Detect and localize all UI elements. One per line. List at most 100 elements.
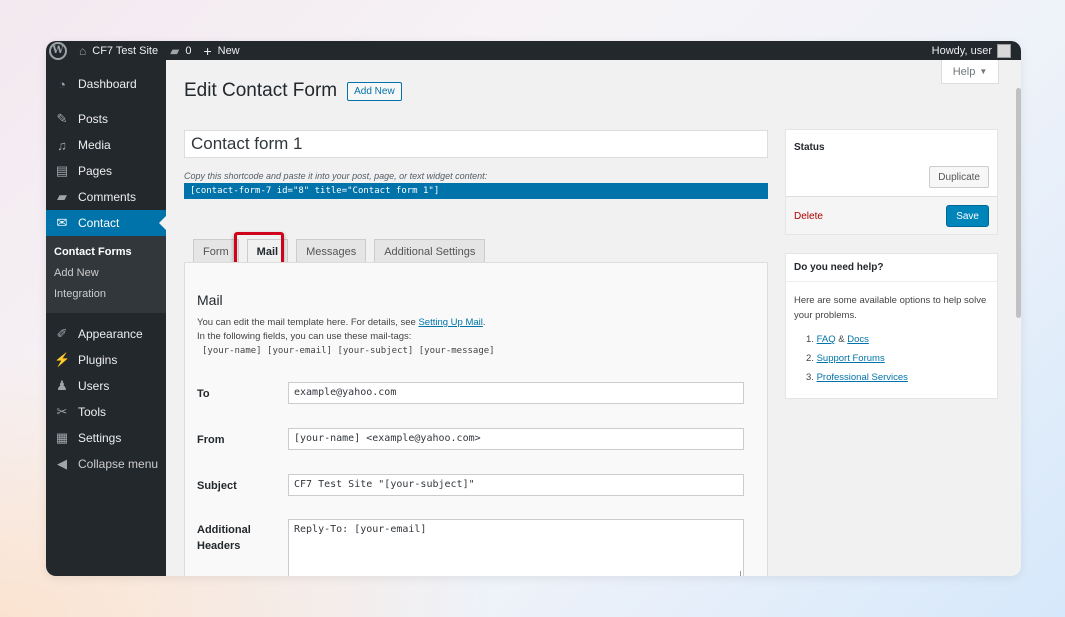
submenu-add-new[interactable]: Add New <box>46 263 166 284</box>
status-actions: Delete Save <box>786 196 997 234</box>
sidebar-item-dashboard[interactable]: ◔ Dashboard <box>46 71 166 97</box>
additional-headers-textarea[interactable]: Reply-To: [your-email] <box>288 519 744 576</box>
submenu-contact-forms[interactable]: Contact Forms <box>46 242 166 263</box>
save-button[interactable]: Save <box>946 205 989 227</box>
avatar <box>997 43 1011 58</box>
sidebar-item-users[interactable]: ♟ Users <box>46 373 166 399</box>
list-item: 1. FAQ & Docs <box>806 330 908 349</box>
sidebar-item-comments[interactable]: ▰ Comments <box>46 184 166 210</box>
help-button[interactable]: Help ▼ <box>941 60 999 84</box>
users-icon: ♟ <box>56 378 68 393</box>
list-item: 3. Professional Services <box>806 368 908 387</box>
comments-count: 0 <box>185 44 192 57</box>
sidebar-item-label: Posts <box>78 112 109 126</box>
to-field[interactable]: example@yahoo.com <box>288 382 744 404</box>
mail-tags-list: [your-name] [your-email] [your-subject] … <box>202 346 495 356</box>
site-name: CF7 Test Site <box>92 44 159 57</box>
additional-headers-label-line1: Additional <box>197 524 251 536</box>
from-field[interactable]: [your-name] <example@yahoo.com> <box>288 428 744 450</box>
sidebar-item-tools[interactable]: ✂ Tools <box>46 399 166 425</box>
tab-form[interactable]: Form <box>193 239 239 263</box>
sidebar-item-pages[interactable]: ▤ Pages <box>46 158 166 184</box>
new-content-link[interactable]: + New <box>203 43 239 59</box>
list-number: 1. <box>806 334 814 345</box>
brush-icon: ✐ <box>56 326 68 341</box>
account-menu[interactable]: Howdy, user <box>932 43 1011 58</box>
mail-heading: Mail <box>197 292 223 308</box>
sidebar-item-label: Users <box>78 379 110 393</box>
sidebar-item-label: Pages <box>78 164 113 178</box>
collapse-icon: ◀ <box>57 456 67 471</box>
shortcode-field[interactable]: [contact-form-7 id="8" title="Contact fo… <box>184 183 768 199</box>
comments-icon: ▰ <box>57 189 67 204</box>
scrollbar-thumb[interactable] <box>1016 88 1021 318</box>
status-box: Status Duplicate Delete Save <box>785 129 998 235</box>
site-name-link[interactable]: ⌂ CF7 Test Site <box>79 44 158 58</box>
sidebar-item-settings[interactable]: ▦ Settings <box>46 425 166 451</box>
dashboard-icon: ◔ <box>58 76 66 92</box>
sidebar-item-label: Dashboard <box>78 77 137 91</box>
page-scrollbar[interactable] <box>1015 60 1021 576</box>
setting-up-mail-link[interactable]: Setting Up Mail <box>418 317 482 328</box>
additional-headers-label: Additional Headers <box>197 524 251 552</box>
settings-icon: ▦ <box>55 430 69 445</box>
mail-description-end: . <box>482 317 486 328</box>
contact-submenu: Contact Forms Add New Integration <box>46 236 166 313</box>
sidebar-item-contact[interactable]: ✉ Contact <box>46 210 166 236</box>
form-title-input[interactable]: Contact form 1 <box>184 130 768 158</box>
additional-headers-label-line2: Headers <box>197 540 241 552</box>
sidebar-item-collapse[interactable]: ◀ Collapse menu <box>46 451 166 477</box>
sidebar-item-label: Appearance <box>78 327 143 341</box>
admin-sidebar: ◔ Dashboard ✎ Posts ♫ Media ▤ Pages ▰ Co… <box>46 60 166 576</box>
to-label: To <box>197 388 210 400</box>
sidebar-item-label: Comments <box>78 190 137 204</box>
ampersand: & <box>835 334 848 345</box>
sidebar-item-label: Media <box>78 138 111 152</box>
add-new-button[interactable]: Add New <box>347 81 402 101</box>
divider <box>786 281 997 282</box>
mail-icon: ✉ <box>56 215 68 230</box>
support-forums-link[interactable]: Support Forums <box>817 353 885 364</box>
media-icon: ♫ <box>57 137 67 153</box>
additional-headers-value: Reply-To: [your-email] <box>294 524 427 535</box>
wrench-icon: ✂ <box>56 404 68 419</box>
submenu-integration[interactable]: Integration <box>46 284 166 305</box>
home-icon: ⌂ <box>79 43 87 58</box>
list-number: 3. <box>806 372 814 383</box>
duplicate-button[interactable]: Duplicate <box>929 166 989 188</box>
plugin-icon: ⚡ <box>54 352 71 367</box>
page-header: Edit Contact Form Add New <box>184 80 402 102</box>
comments-link[interactable]: ▰ 0 <box>170 44 191 58</box>
comment-icon: ▰ <box>170 43 180 58</box>
resize-handle-icon[interactable] <box>733 571 741 576</box>
faq-link[interactable]: FAQ <box>817 334 836 345</box>
wordpress-logo-icon[interactable]: W <box>49 41 67 60</box>
delete-link[interactable]: Delete <box>794 211 823 222</box>
from-label: From <box>197 434 225 446</box>
plus-icon: + <box>203 42 212 59</box>
pin-icon: ✎ <box>56 111 68 126</box>
mail-tags-description: In the following fields, you can use the… <box>197 331 412 342</box>
sidebar-item-label: Plugins <box>78 353 118 367</box>
list-item: 2. Support Forums <box>806 349 908 368</box>
sidebar-item-label: Settings <box>78 431 122 445</box>
professional-services-link[interactable]: Professional Services <box>817 372 908 383</box>
admin-bar: W ⌂ CF7 Test Site ▰ 0 + New Howdy, user <box>46 41 1021 60</box>
mail-description: You can edit the mail template here. For… <box>197 317 486 328</box>
status-heading: Status <box>794 142 825 153</box>
page-title: Edit Contact Form <box>184 80 338 101</box>
sidebar-item-label: Collapse menu <box>78 457 159 471</box>
tab-messages[interactable]: Messages <box>296 239 367 263</box>
sidebar-item-appearance[interactable]: ✐ Appearance <box>46 321 166 347</box>
subject-field[interactable]: CF7 Test Site "[your-subject]" <box>288 474 744 496</box>
help-box: Do you need help? Here are some availabl… <box>785 253 998 399</box>
new-label: New <box>217 44 240 57</box>
help-label: Help <box>952 65 976 78</box>
tab-additional-settings[interactable]: Additional Settings <box>374 239 486 263</box>
docs-link[interactable]: Docs <box>847 334 869 345</box>
browser-window: W ⌂ CF7 Test Site ▰ 0 + New Howdy, user … <box>46 41 1021 576</box>
sidebar-item-plugins[interactable]: ⚡ Plugins <box>46 347 166 373</box>
sidebar-item-posts[interactable]: ✎ Posts <box>46 106 166 132</box>
help-text: Here are some available options to help … <box>794 295 987 321</box>
sidebar-item-media[interactable]: ♫ Media <box>46 132 166 158</box>
